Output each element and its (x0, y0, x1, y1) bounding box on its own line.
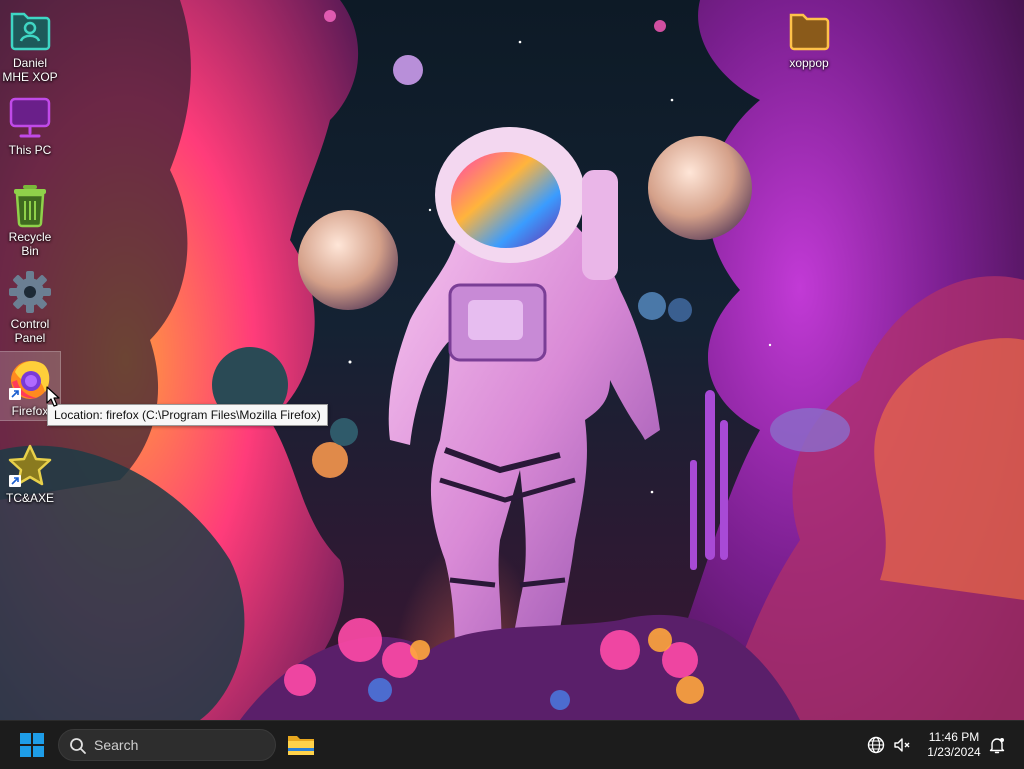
desktop-icon-this-pc[interactable]: This PC (0, 91, 60, 157)
file-explorer-button[interactable] (284, 729, 318, 761)
monitor-icon (7, 95, 53, 141)
gear-icon (7, 269, 53, 315)
desktop-icon-tc-axe[interactable]: TC&AXE (0, 439, 60, 505)
desktop-icon-label: Control Panel (10, 317, 50, 345)
search-placeholder: Search (94, 737, 139, 753)
notification-bell-icon[interactable] (987, 735, 1007, 755)
recycle-bin-icon (7, 182, 53, 228)
clock-date: 1/23/2024 (927, 745, 981, 759)
desktop-icon-recycle-bin[interactable]: Recycle Bin (0, 178, 60, 258)
taskbar-clock[interactable]: 11:46 PM 1/23/2024 (918, 730, 990, 760)
desktop-icon-daniel-mhe-xop[interactable]: Daniel MHE XOP (0, 4, 60, 84)
windows-logo-icon (20, 733, 44, 757)
taskbar: Search 11:46 PM 1/23/2024 (0, 720, 1024, 769)
desktop-icon-control-panel[interactable]: Control Panel (0, 265, 60, 345)
desktop-icon-label: TC&AXE (5, 491, 54, 505)
firefox-location-tooltip: Location: firefox (C:\Program Files\Mozi… (47, 404, 328, 426)
shortcut-arrow-icon (9, 475, 21, 487)
desktop-icon-label: This PC (8, 143, 52, 157)
file-explorer-icon (288, 736, 314, 755)
user-folder-icon (7, 8, 53, 54)
wallpaper (0, 0, 1024, 720)
clock-time: 11:46 PM (928, 730, 980, 744)
desktop-icon-label: xoppop (789, 56, 829, 70)
volume-muted-icon[interactable] (892, 735, 912, 755)
star-icon (7, 443, 53, 489)
folder-icon (786, 8, 832, 54)
network-globe-icon[interactable] (866, 735, 886, 755)
start-button[interactable] (14, 729, 50, 761)
mouse-cursor-icon (46, 386, 60, 407)
desktop-icon-xoppop[interactable]: xoppop (779, 4, 839, 70)
taskbar-search-box[interactable]: Search (58, 729, 276, 761)
search-icon (69, 737, 87, 760)
desktop-icon-label: Recycle Bin (8, 230, 52, 258)
desktop[interactable]: Daniel MHE XOP This PC Recycle Bin Contr… (0, 0, 1024, 720)
shortcut-arrow-icon (9, 388, 21, 400)
desktop-icon-label: Daniel MHE XOP (2, 56, 58, 84)
